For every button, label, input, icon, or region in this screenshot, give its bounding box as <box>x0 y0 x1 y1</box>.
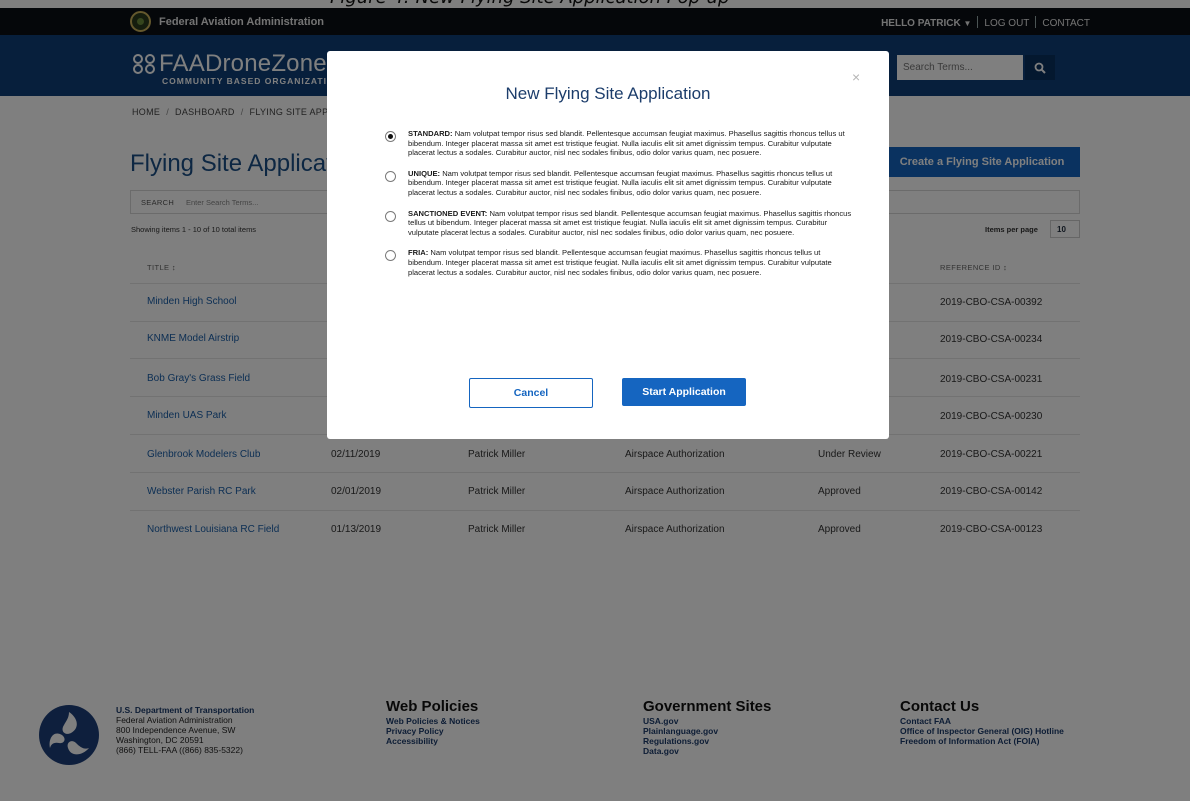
close-icon[interactable]: × <box>852 69 860 85</box>
page: Figure 4: New Flying Site Application Po… <box>0 0 1190 801</box>
radio-button[interactable] <box>385 170 396 182</box>
cancel-button[interactable]: Cancel <box>469 378 593 408</box>
option-fria[interactable]: FRIA: Nam volutpat tempor risus sed blan… <box>383 248 853 277</box>
radio-button[interactable] <box>385 250 396 262</box>
option-description: Nam volutpat tempor risus sed blandit. P… <box>408 168 833 197</box>
option-description: Nam volutpat tempor risus sed blandit. P… <box>408 248 832 277</box>
radio-button[interactable] <box>385 131 396 142</box>
option-standard[interactable]: STANDARD: Nam volutpat tempor risus sed … <box>383 129 853 158</box>
option-sanctioned-event[interactable]: SANCTIONED EVENT: Nam volutpat tempor ri… <box>383 209 853 238</box>
new-flying-site-modal: × New Flying Site Application STANDARD: … <box>327 51 889 439</box>
start-application-button[interactable]: Start Application <box>622 378 746 406</box>
option-label: STANDARD: <box>408 129 453 138</box>
option-label: UNIQUE: <box>408 168 441 178</box>
option-description: Nam volutpat tempor risus sed blandit. P… <box>408 129 845 158</box>
application-type-options: STANDARD: Nam volutpat tempor risus sed … <box>383 129 853 346</box>
option-label: SANCTIONED EVENT: <box>408 208 488 218</box>
option-unique[interactable]: UNIQUE: Nam volutpat tempor risus sed bl… <box>383 169 853 198</box>
option-label: FRIA: <box>408 248 429 258</box>
radio-button[interactable] <box>385 210 396 222</box>
modal-title: New Flying Site Application <box>505 84 711 103</box>
